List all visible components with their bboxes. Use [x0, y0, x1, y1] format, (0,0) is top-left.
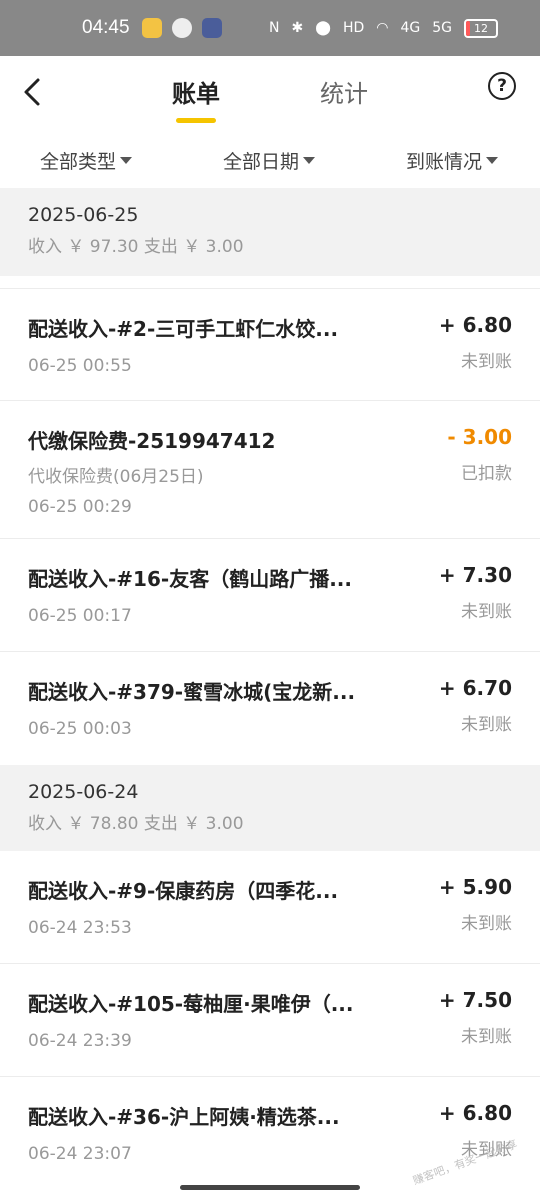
- location-icon: ⬤: [315, 20, 331, 36]
- status-time: 04:45: [82, 17, 130, 38]
- list-item[interactable]: 代缴保险费-2519947412 代收保险费(06月25日) 06-25 00:…: [0, 401, 540, 539]
- item-amount: + 6.80: [438, 313, 512, 337]
- item-amount: + 7.50: [438, 988, 512, 1012]
- app-notification-icon: [141, 18, 162, 38]
- day-header: 2025-06-25 收入 ￥ 97.30 支出 ￥ 3.00: [0, 188, 540, 276]
- home-indicator[interactable]: [180, 1185, 360, 1190]
- filter-type[interactable]: 全部类型: [40, 147, 133, 174]
- signal-5g: 5G: [432, 20, 452, 36]
- battery-icon: 12: [464, 18, 498, 38]
- item-amount: - 3.00: [447, 425, 512, 449]
- item-subtitle: 代收保险费(06月25日): [28, 467, 204, 487]
- caret-down-icon: [303, 156, 315, 164]
- item-status: 未到账: [461, 1027, 512, 1047]
- bluetooth-icon: ✱: [291, 20, 304, 36]
- list-item[interactable]: 配送收入-#105-莓柚厘·果唯伊（... 06-24 23:39 + 7.50…: [0, 964, 540, 1077]
- caret-down-icon: [485, 156, 498, 164]
- item-status: 未到账: [461, 914, 512, 934]
- hd-icon: HD: [342, 20, 365, 36]
- day-date: 2025-06-24: [28, 781, 139, 803]
- item-amount: + 7.30: [438, 563, 512, 587]
- wechat-icon: [171, 18, 192, 38]
- item-status: 未到账: [461, 602, 512, 622]
- item-status: 已扣款: [461, 464, 512, 484]
- filter-date[interactable]: 全部日期: [223, 147, 315, 174]
- day-date: 2025-06-25: [28, 204, 139, 226]
- top-nav: 账单 统计 ?: [0, 56, 540, 132]
- day-summary: 收入 ￥ 97.30 支出 ￥ 3.00: [28, 237, 244, 257]
- tab-bar: 账单 统计: [0, 74, 540, 123]
- item-title: 代缴保险费-2519947412: [28, 429, 276, 453]
- tab-indicator: [176, 118, 216, 123]
- list-item[interactable]: 配送收入-#379-蜜雪冰城(宝龙新... 06-25 00:03 + 6.70…: [0, 652, 540, 765]
- list-item[interactable]: 配送收入-#16-友客（鹤山路广播... 06-25 00:17 + 7.30 未…: [0, 539, 540, 652]
- tab-bill[interactable]: 账单: [172, 74, 220, 123]
- help-button[interactable]: ?: [488, 72, 516, 100]
- filter-bar: 全部类型 全部日期 到账情况: [0, 132, 540, 188]
- item-amount: + 6.80: [438, 1101, 512, 1125]
- app-notification-icon-2: [201, 18, 222, 38]
- list-item[interactable]: 配送收入-#9-保康药房（四季花... 06-24 23:53 + 5.90 未到…: [0, 851, 540, 964]
- wifi-icon: ◠: [376, 20, 389, 36]
- help-icon: ?: [497, 76, 507, 96]
- list-item[interactable]: 配送收入-#36-沪上阿姨·精选茶... 06-24 23:07 + 6.80 未…: [0, 1077, 540, 1190]
- status-bar: 04:45 N ✱ ⬤ HD ◠ 4G 5G 12: [0, 0, 540, 56]
- item-status: 未到账: [461, 352, 512, 372]
- day-summary: 收入 ￥ 78.80 支出 ￥ 3.00: [28, 814, 244, 834]
- item-amount: + 5.90: [438, 875, 512, 899]
- filter-settlement[interactable]: 到账情况: [406, 147, 498, 174]
- signal-4g: 4G: [400, 20, 421, 36]
- item-status: 未到账: [461, 715, 512, 735]
- caret-down-icon: [120, 156, 133, 164]
- list-item[interactable]: 配送收入-#2-三可手工虾仁水饺... 06-25 00:55 + 6.80 未到…: [0, 288, 540, 401]
- nfc-icon: N: [269, 20, 280, 36]
- item-time: 06-25 00:29: [28, 497, 132, 517]
- tab-statistics[interactable]: 统计: [320, 74, 368, 123]
- item-amount: + 6.70: [438, 676, 512, 700]
- day-header: 2025-06-24 收入 ￥ 78.80 支出 ￥ 3.00: [0, 765, 540, 851]
